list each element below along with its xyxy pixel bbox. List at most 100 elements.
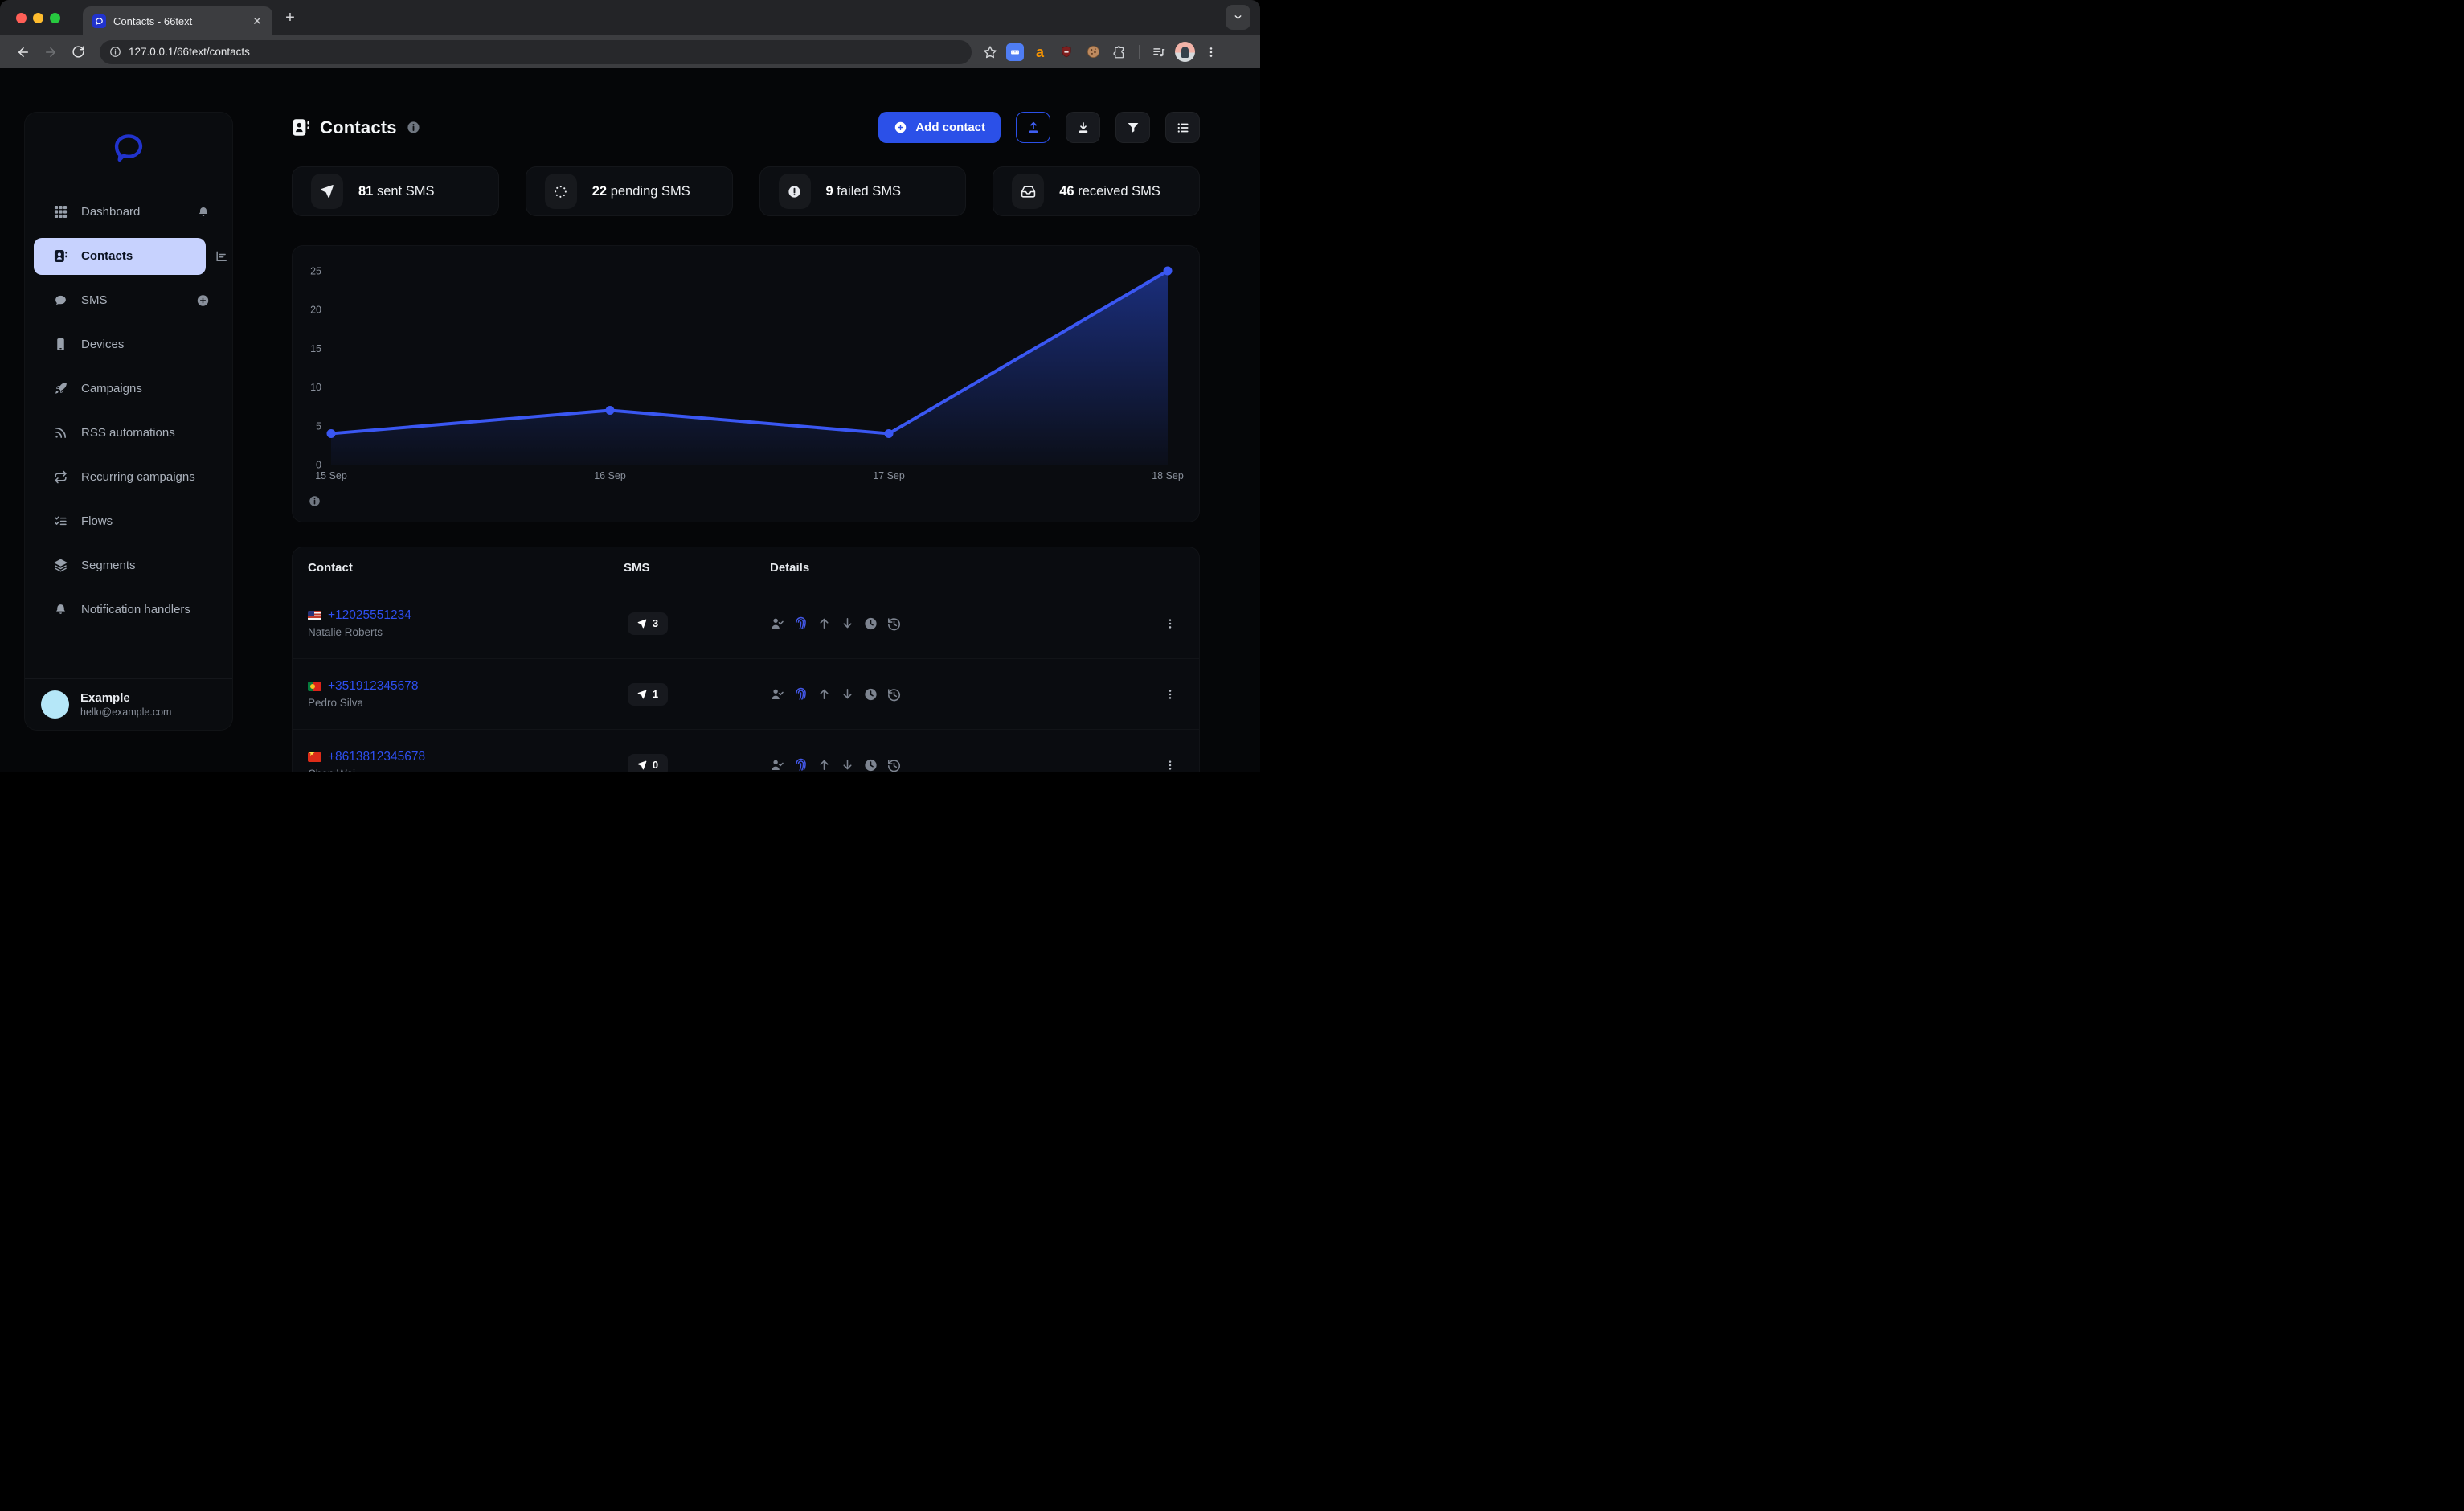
sms-cell: 3 — [624, 612, 770, 635]
sidebar-item-notification-handlers[interactable]: Notification handlers — [25, 588, 232, 632]
tab-close-icon[interactable]: ✕ — [250, 14, 264, 28]
sidebar-item-campaigns[interactable]: Campaigns — [25, 366, 232, 411]
history-icon[interactable] — [886, 686, 902, 702]
contact-phone-link[interactable]: +8613812345678 — [328, 750, 425, 764]
history-icon[interactable] — [886, 616, 902, 632]
browser-menu-icon[interactable] — [1201, 42, 1222, 63]
history-icon[interactable] — [886, 757, 902, 773]
row-menu-icon[interactable] — [1164, 687, 1177, 702]
browser-profile-avatar[interactable] — [1175, 42, 1195, 62]
sidebar-item-dashboard[interactable]: Dashboard — [25, 190, 232, 234]
arrow-up-icon[interactable] — [817, 757, 832, 773]
add-contact-button[interactable]: Add contact — [878, 112, 1001, 143]
sidebar-nav: Dashboard Contacts — [25, 190, 232, 632]
app-logo[interactable] — [25, 113, 232, 166]
svg-text:10: 10 — [310, 382, 321, 393]
arrow-down-icon[interactable] — [840, 757, 855, 773]
stat-failed-sms: 9 failed SMS — [759, 166, 967, 216]
sidebar-item-flows[interactable]: Flows — [25, 499, 232, 543]
export-contacts-button[interactable] — [1066, 112, 1100, 143]
bell-icon[interactable] — [197, 206, 210, 219]
extensions-puzzle-icon[interactable] — [1109, 42, 1130, 63]
sidebar-item-sms[interactable]: SMS — [25, 278, 232, 322]
contact-phone-link[interactable]: +351912345678 — [328, 679, 419, 694]
clock-icon[interactable] — [863, 686, 878, 702]
toolbar-right: a — [980, 42, 1222, 63]
country-flag-icon — [308, 752, 321, 762]
sidebar-item-rss-automations[interactable]: RSS automations — [25, 411, 232, 455]
contact-name: Pedro Silva — [308, 697, 624, 709]
tab-title: Contacts - 66text — [113, 15, 243, 27]
browser-window: Contacts - 66text ✕ + 127.0.0.1/66text/c… — [0, 0, 1260, 772]
fingerprint-icon[interactable] — [793, 757, 808, 773]
site-info-icon[interactable] — [109, 46, 121, 58]
amazon-extension-icon[interactable]: a — [1029, 42, 1050, 63]
url-bar[interactable]: 127.0.0.1/66text/contacts — [100, 40, 972, 64]
sidebar-item-devices[interactable]: Devices — [25, 322, 232, 366]
assign-contact-icon[interactable] — [770, 757, 785, 773]
page-title-text: Contacts — [320, 117, 397, 138]
stat-value: 81 — [358, 184, 373, 199]
tab-search-button[interactable] — [1226, 5, 1250, 30]
repeat-icon — [54, 470, 68, 484]
bookmark-star-icon[interactable] — [980, 42, 1001, 63]
new-tab-button[interactable]: + — [279, 6, 301, 29]
zoom-window-button[interactable] — [50, 13, 60, 23]
column-header-contact: Contact — [308, 561, 624, 575]
sidebar-item-recurring-campaigns[interactable]: Recurring campaigns — [25, 455, 232, 499]
list-view-button[interactable] — [1165, 112, 1200, 143]
sidebar-item-contacts[interactable]: Contacts — [34, 238, 206, 275]
clock-icon[interactable] — [863, 616, 878, 632]
cookie-extension-icon[interactable] — [1083, 42, 1103, 63]
details-cell — [770, 686, 1184, 702]
browser-tab[interactable]: Contacts - 66text ✕ — [83, 6, 272, 35]
stat-pending-sms: 22 pending SMS — [526, 166, 733, 216]
fingerprint-icon[interactable] — [793, 616, 808, 632]
clock-icon[interactable] — [863, 757, 878, 773]
back-button[interactable] — [11, 40, 35, 64]
minimize-window-button[interactable] — [33, 13, 43, 23]
arrow-down-icon[interactable] — [840, 616, 855, 632]
contact-name: Chen Wei — [308, 768, 624, 772]
row-menu-icon[interactable] — [1164, 616, 1177, 631]
forward-button[interactable] — [39, 40, 63, 64]
fingerprint-icon[interactable] — [793, 686, 808, 702]
import-contacts-button[interactable] — [1016, 112, 1050, 143]
sidebar-item-label: Notification handlers — [81, 603, 190, 616]
svg-text:25: 25 — [310, 266, 321, 277]
close-window-button[interactable] — [16, 13, 27, 23]
chart-info-icon[interactable] — [309, 495, 321, 507]
adblock-extension-icon[interactable] — [1056, 42, 1077, 63]
keyboard-extension-icon[interactable] — [1006, 43, 1024, 61]
plus-circle-icon[interactable] — [196, 293, 210, 307]
arrow-up-icon[interactable] — [817, 616, 832, 632]
rss-icon — [54, 426, 68, 440]
filter-button[interactable] — [1115, 112, 1150, 143]
chevron-down-icon — [1233, 12, 1243, 23]
arrow-up-icon[interactable] — [817, 686, 832, 702]
svg-text:16 Sep: 16 Sep — [594, 470, 626, 481]
sidebar-item-segments[interactable]: Segments — [25, 543, 232, 588]
contact-cell: +351912345678 Pedro Silva — [308, 679, 624, 709]
sidebar-item-label: SMS — [81, 293, 108, 307]
row-menu-icon[interactable] — [1164, 758, 1177, 772]
layers-icon — [54, 559, 68, 572]
info-icon[interactable] — [407, 121, 420, 134]
assign-contact-icon[interactable] — [770, 616, 785, 632]
reload-button[interactable] — [66, 40, 90, 64]
contact-phone-link[interactable]: +12025551234 — [328, 608, 411, 623]
svg-text:0: 0 — [316, 460, 321, 471]
user-email: hello@example.com — [80, 706, 171, 718]
svg-text:15 Sep: 15 Sep — [315, 470, 347, 481]
stat-sent-sms: 81 sent SMS — [292, 166, 499, 216]
user-account[interactable]: Example hello@example.com — [25, 678, 232, 730]
bar-chart-icon[interactable] — [215, 249, 228, 263]
assign-contact-icon[interactable] — [770, 686, 785, 702]
url-text[interactable]: 127.0.0.1/66text/contacts — [129, 46, 250, 58]
arrow-down-icon[interactable] — [840, 686, 855, 702]
speech-bubble-icon — [54, 293, 68, 307]
column-header-sms: SMS — [624, 561, 770, 575]
media-controls-icon[interactable] — [1148, 42, 1169, 63]
details-cell — [770, 616, 1184, 632]
table-row: +12025551234 Natalie Roberts 3 — [293, 588, 1199, 659]
